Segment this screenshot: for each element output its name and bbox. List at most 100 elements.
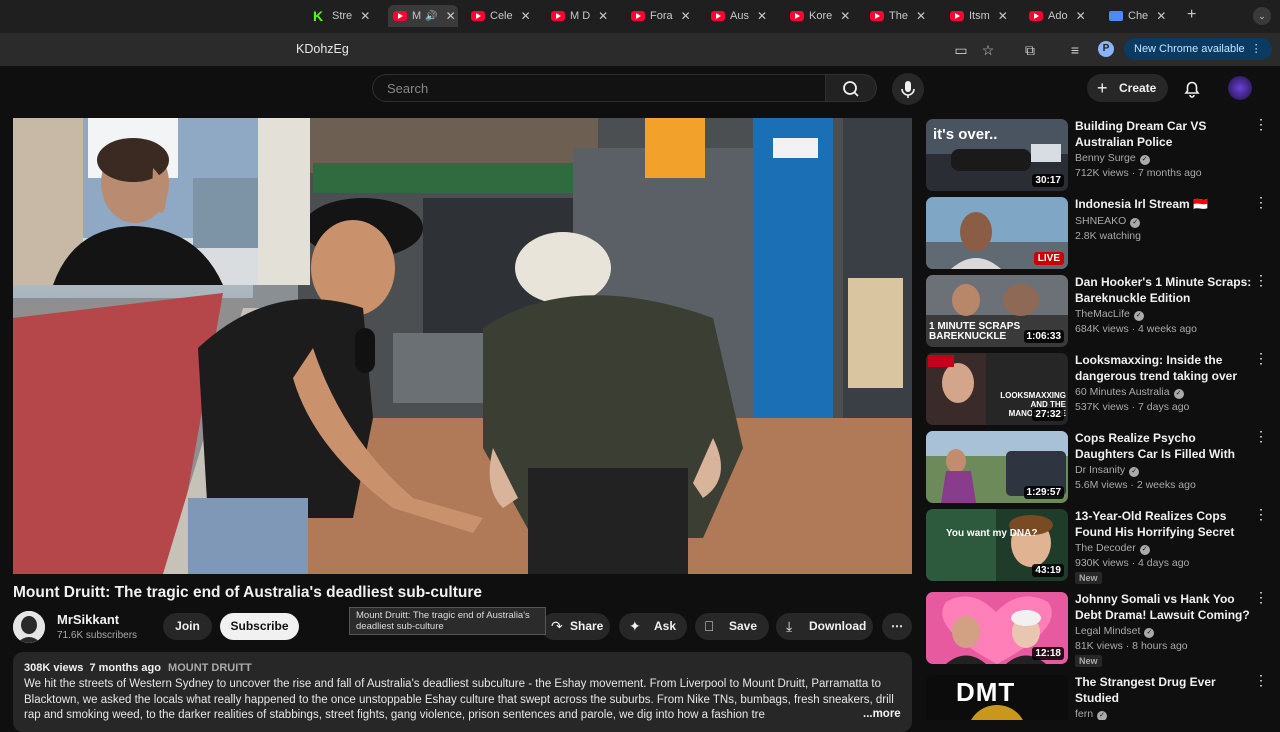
video-thumbnail[interactable]: DMT — [926, 675, 1068, 720]
youtube-icon — [711, 11, 725, 21]
recommended-video[interactable]: it's over.. 30:17 Building Dream Car VS … — [926, 117, 1270, 195]
recommended-video[interactable]: LIVE Indonesia Irl Stream 🇮🇩 SHNEAKO ✓ 2.… — [926, 195, 1270, 273]
new-tab-icon[interactable]: + — [1187, 6, 1196, 24]
rec-channel: The Decoder ✓ — [1075, 542, 1150, 555]
search-input[interactable]: Search — [372, 74, 825, 102]
location-tag[interactable]: MOUNT DRUITT — [168, 662, 252, 674]
browser-tab[interactable]: The ✕ — [870, 5, 940, 27]
share-button[interactable]: ↷ Share — [541, 613, 610, 640]
more-vert-icon[interactable]: ⋮ — [1254, 429, 1268, 449]
rec-channel: Dr Insanity ✓ — [1075, 464, 1140, 477]
new-chrome-available-button[interactable]: New Chrome available ⋮ — [1124, 38, 1272, 60]
save-button[interactable]: ⎕ Save — [695, 613, 769, 640]
voice-search-button[interactable] — [892, 73, 924, 105]
browser-tab[interactable]: Che ✕ — [1109, 5, 1179, 27]
browser-tab[interactable]: K Stre ✕ — [313, 5, 379, 27]
show-more-link[interactable]: ...more — [861, 708, 901, 720]
speaker-icon[interactable]: 🔊 — [425, 11, 437, 22]
notifications-bell-icon[interactable] — [1181, 77, 1203, 99]
description-box[interactable]: 308K views 7 months ago MOUNT DRUITT We … — [13, 652, 912, 732]
more-vert-icon[interactable]: ⋮ — [1254, 675, 1268, 693]
recommended-video[interactable]: 12:18 Johnny Somali vs Hank Yoo Debt Dra… — [926, 590, 1270, 668]
video-thumbnail[interactable]: it's over.. 30:17 — [926, 119, 1068, 191]
reading-list-icon[interactable]: ≡ — [1066, 41, 1084, 59]
create-button[interactable]: + Create — [1087, 74, 1168, 102]
subscribe-button[interactable]: Subscribe — [220, 613, 299, 640]
youtube-icon — [631, 11, 645, 21]
close-icon[interactable]: ✕ — [598, 9, 608, 23]
search-button[interactable] — [825, 74, 877, 102]
rec-title: Cops Realize Psycho Daughters Car Is Fil… — [1075, 431, 1235, 461]
rec-title: Dan Hooker's 1 Minute Scraps: Bareknuckl… — [1075, 275, 1252, 305]
close-icon[interactable]: ✕ — [1076, 9, 1086, 23]
channel-avatar[interactable] — [13, 611, 45, 643]
duration-badge: 1:06:33 — [1023, 330, 1064, 343]
rec-channel: TheMacLife ✓ — [1075, 308, 1144, 321]
verified-icon: ✓ — [1139, 545, 1150, 555]
browser-tab[interactable]: Aus ✕ — [711, 5, 781, 27]
verified-icon: ✓ — [1097, 711, 1108, 720]
download-label: Download — [809, 619, 867, 633]
video-thumbnail[interactable]: LIVE — [926, 197, 1068, 269]
recommended-video[interactable]: DMT The Strangest Drug Ever Studied fern… — [926, 675, 1270, 720]
extensions-icon[interactable]: ⧉ — [1021, 41, 1039, 59]
tab-search-icon[interactable]: ⌄ — [1253, 7, 1271, 25]
close-icon[interactable]: ✕ — [916, 9, 926, 23]
recommended-video[interactable]: You want my DNA? 43:19 13-Year-Old Reali… — [926, 507, 1270, 585]
video-thumbnail[interactable]: 1:29:57 — [926, 431, 1068, 503]
browser-tab[interactable]: Kore ✕ — [790, 5, 860, 27]
youtube-icon — [471, 11, 485, 21]
duration-badge: 43:19 — [1032, 564, 1064, 577]
save-label: Save — [729, 619, 758, 633]
video-player[interactable] — [13, 118, 912, 574]
video-thumbnail[interactable]: LOOKSMAXXING AND THE MANOSPHERE 27:32 — [926, 353, 1068, 425]
bookmark-star-icon[interactable]: ☆ — [979, 41, 997, 59]
browser-tab[interactable]: Fora ✕ — [631, 5, 701, 27]
tab-label: M — [412, 10, 422, 22]
video-thumbnail[interactable]: You want my DNA? 43:19 — [926, 509, 1068, 581]
more-vert-icon[interactable]: ⋮ — [1254, 507, 1268, 527]
close-icon[interactable]: ✕ — [360, 9, 370, 23]
browser-tab-active[interactable]: M 🔊 ✕ — [388, 5, 458, 27]
recommended-video[interactable]: 1 MINUTE SCRAPS BAREKNUCKLE 1:06:33 Dan … — [926, 273, 1270, 351]
rec-meta: 2.8K watching — [1075, 230, 1141, 242]
streamer-webcam-overlay — [13, 118, 310, 285]
browser-tab[interactable]: M D ✕ — [551, 5, 621, 27]
download-button[interactable]: ⤓ Download — [776, 613, 873, 640]
verified-icon: ✓ — [1133, 311, 1144, 321]
more-vert-icon[interactable]: ⋮ — [1254, 351, 1268, 371]
url-text[interactable]: KDohzEg — [296, 42, 349, 56]
rec-channel: Benny Surge ✓ — [1075, 152, 1150, 165]
install-app-icon[interactable]: ▭ — [952, 41, 970, 59]
subscriber-count: 71.6K subscribers — [57, 630, 138, 641]
more-vert-icon[interactable]: ⋮ — [1254, 117, 1268, 137]
account-avatar[interactable] — [1228, 76, 1252, 100]
close-icon[interactable]: ✕ — [840, 9, 850, 23]
browser-tab[interactable]: Itsm ✕ — [950, 5, 1020, 27]
close-icon[interactable]: ✕ — [681, 9, 691, 23]
browser-tab[interactable]: Ado ✕ — [1029, 5, 1099, 27]
plus-icon: + — [1097, 78, 1108, 98]
close-icon[interactable]: ✕ — [446, 9, 456, 23]
rec-channel: 60 Minutes Australia ✓ — [1075, 386, 1184, 399]
duration-badge: 1:29:57 — [1023, 486, 1064, 499]
join-button[interactable]: Join — [163, 613, 212, 640]
ask-button[interactable]: ✦ Ask — [619, 613, 687, 640]
close-icon[interactable]: ✕ — [521, 9, 531, 23]
more-vert-icon[interactable]: ⋮ — [1254, 195, 1268, 215]
close-icon[interactable]: ✕ — [998, 9, 1008, 23]
video-thumbnail[interactable]: 12:18 — [926, 592, 1068, 664]
channel-name[interactable]: MrSikkant — [57, 612, 119, 627]
close-icon[interactable]: ✕ — [757, 9, 767, 23]
browser-tab[interactable]: Cele ✕ — [471, 5, 541, 27]
recommended-video[interactable]: 1:29:57 Cops Realize Psycho Daughters Ca… — [926, 429, 1270, 507]
tab-label: Fora — [650, 10, 673, 22]
profile-avatar[interactable]: P — [1098, 41, 1114, 57]
close-icon[interactable]: ✕ — [1156, 9, 1166, 23]
video-thumbnail[interactable]: 1 MINUTE SCRAPS BAREKNUCKLE 1:06:33 — [926, 275, 1068, 347]
recommended-video[interactable]: LOOKSMAXXING AND THE MANOSPHERE 27:32 Lo… — [926, 351, 1270, 429]
rec-title: Building Dream Car VS Australian Police — [1075, 119, 1207, 149]
more-vert-icon[interactable]: ⋮ — [1254, 273, 1268, 293]
more-actions-button[interactable]: ⋯ — [882, 613, 912, 640]
more-vert-icon[interactable]: ⋮ — [1254, 590, 1268, 610]
